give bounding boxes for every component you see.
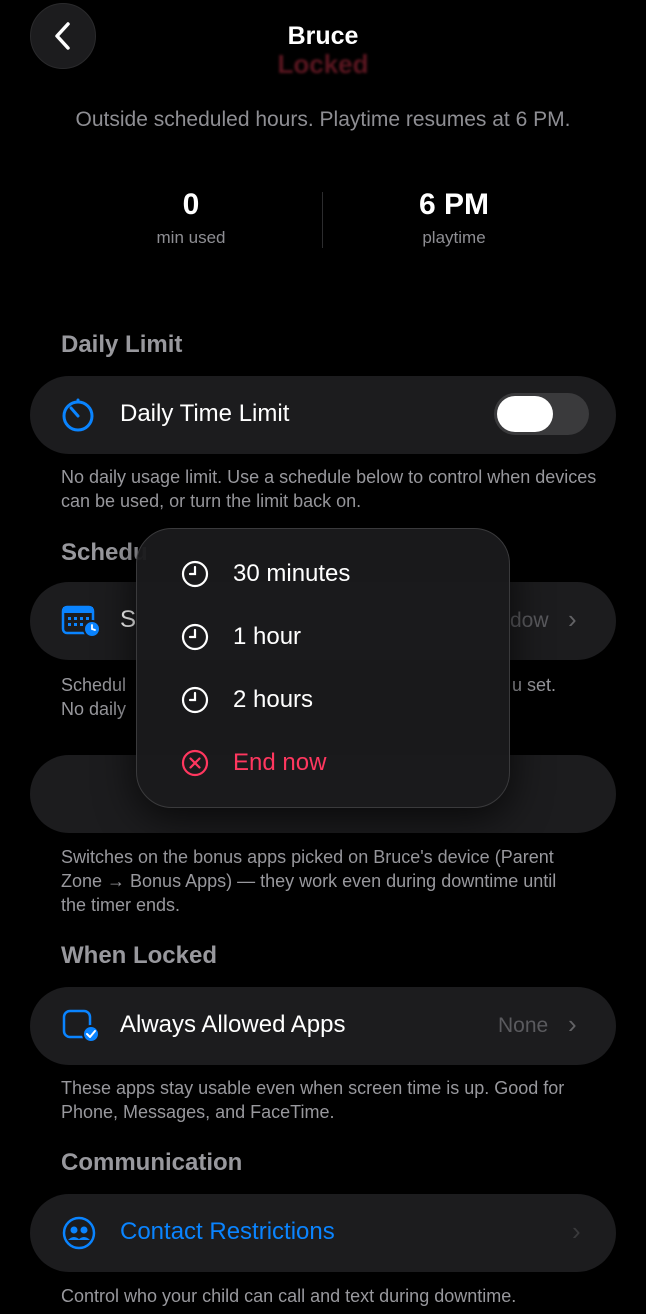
calendar-clock-icon [61, 605, 101, 638]
stat-value: 0 [182, 188, 200, 221]
chevron-right-icon: › [568, 1009, 577, 1039]
bonus-timer-menu: 30 minutes 1 hour 2 hours End now [136, 528, 510, 808]
page-title: Bruce [287, 22, 359, 50]
daily-time-limit-label: Daily Time Limit [120, 400, 290, 427]
menu-item-2-hours[interactable]: 2 hours [181, 680, 313, 720]
app-check-icon [62, 1009, 100, 1043]
menu-item-label: 1 hour [233, 623, 302, 650]
when-locked-description: These apps stay usable even when screen … [61, 1078, 565, 1122]
x-circle-icon [181, 749, 209, 777]
status-badge: Locked [277, 49, 369, 79]
contact-restrictions-row[interactable]: Contact Restrictions › [30, 1194, 616, 1272]
stat-label: min used [156, 228, 226, 247]
clock-icon [181, 686, 209, 714]
menu-item-30-minutes[interactable]: 30 minutes [181, 554, 350, 594]
schedule-description-end: u set. [512, 675, 557, 695]
stat-min-used: 0 min used [91, 188, 291, 248]
contact-restrictions-label: Contact Restrictions [120, 1218, 335, 1245]
stat-label: playtime [422, 228, 486, 247]
daily-limit-description: No daily usage limit. Use a schedule bel… [61, 467, 597, 511]
section-title-communication: Communication [61, 1149, 243, 1176]
menu-item-label: End now [233, 749, 327, 776]
menu-item-end-now[interactable]: End now [181, 743, 326, 783]
schedule-description-start: Schedul No daily [61, 673, 141, 721]
status-message: Outside scheduled hours. Playtime resume… [75, 108, 571, 131]
always-allowed-apps-row[interactable]: Always Allowed Apps None › [30, 987, 616, 1065]
stat-playtime: 6 PM playtime [354, 188, 554, 248]
section-title-schedule: Schedu [61, 539, 148, 566]
stat-divider [322, 192, 323, 248]
clock-icon [181, 623, 209, 651]
schedule-row-value: dow [510, 609, 549, 632]
schedule-row-label: S [120, 606, 137, 633]
toggle-knob [497, 396, 553, 432]
bonus-apps-description: Switches on the bonus apps picked on Bru… [61, 847, 557, 915]
daily-limit-toggle[interactable] [494, 393, 589, 435]
contacts-icon [62, 1216, 96, 1250]
section-title-when-locked: When Locked [61, 942, 218, 969]
section-title-daily-limit: Daily Limit [61, 331, 183, 358]
schedule-desc-line2: No daily [61, 699, 127, 719]
always-allowed-apps-label: Always Allowed Apps [120, 1011, 346, 1038]
always-allowed-apps-value: None [498, 1014, 549, 1037]
clock-icon [181, 560, 209, 588]
chevron-right-icon: › [568, 604, 577, 634]
schedule-desc-line1: Schedul [61, 675, 127, 695]
stat-value: 6 PM [418, 188, 490, 221]
menu-item-label: 2 hours [233, 686, 314, 713]
timer-icon [62, 398, 94, 432]
menu-item-1-hour[interactable]: 1 hour [181, 617, 301, 657]
chevron-right-icon: › [572, 1216, 581, 1246]
communication-description: Control who your child can call and text… [61, 1286, 517, 1306]
menu-item-label: 30 minutes [233, 560, 351, 587]
